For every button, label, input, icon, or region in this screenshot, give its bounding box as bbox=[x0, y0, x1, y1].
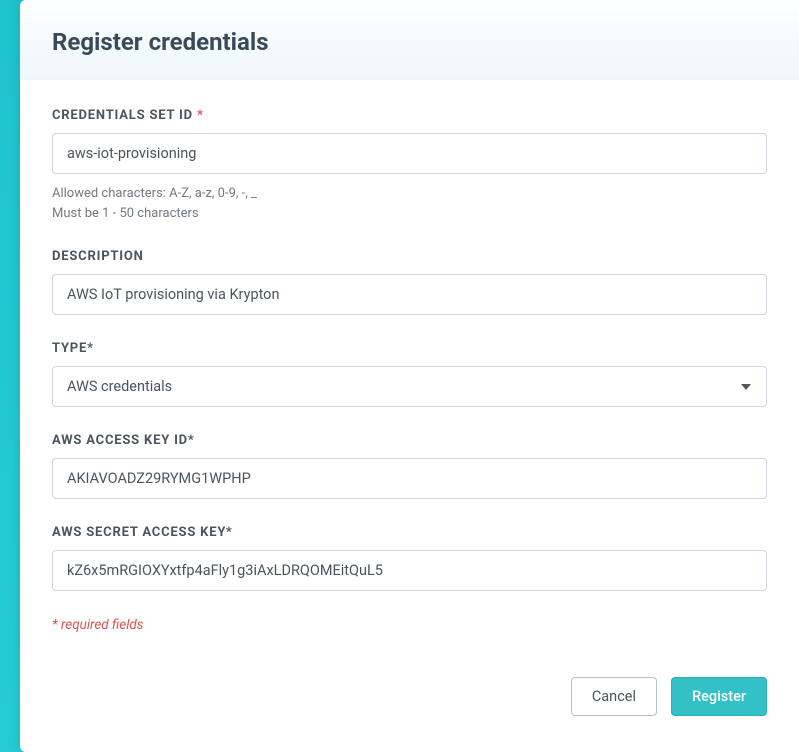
credentials-set-id-input[interactable] bbox=[52, 133, 767, 174]
type-select[interactable]: AWS credentials bbox=[52, 366, 767, 407]
type-label: TYPE* bbox=[52, 341, 767, 356]
credentials-set-id-label: CREDENTIALS SET ID * bbox=[52, 108, 767, 123]
type-select-wrapper: AWS credentials bbox=[52, 366, 767, 407]
type-group: TYPE* AWS credentials bbox=[52, 341, 767, 407]
dialog-footer: Cancel Register bbox=[20, 667, 799, 752]
required-fields-note: * required fields bbox=[52, 617, 767, 633]
cancel-button[interactable]: Cancel bbox=[571, 677, 657, 716]
aws-access-key-id-group: AWS ACCESS KEY ID* bbox=[52, 433, 767, 499]
credentials-set-id-help: Allowed characters: A-Z, a-z, 0-9, -, _ … bbox=[52, 184, 767, 223]
dialog-title: Register credentials bbox=[52, 28, 767, 56]
dialog-body: CREDENTIALS SET ID * Allowed characters:… bbox=[20, 80, 799, 667]
dialog-header: Register credentials bbox=[20, 0, 799, 80]
register-credentials-dialog: Register credentials CREDENTIALS SET ID … bbox=[20, 0, 799, 752]
aws-access-key-id-label: AWS ACCESS KEY ID* bbox=[52, 433, 767, 448]
help-line-1: Allowed characters: A-Z, a-z, 0-9, -, _ bbox=[52, 184, 767, 204]
description-group: DESCRIPTION bbox=[52, 249, 767, 315]
description-label: DESCRIPTION bbox=[52, 249, 767, 264]
aws-secret-access-key-group: AWS SECRET ACCESS KEY* bbox=[52, 525, 767, 591]
register-button[interactable]: Register bbox=[671, 677, 767, 716]
required-asterisk: * bbox=[193, 108, 204, 123]
description-input[interactable] bbox=[52, 274, 767, 315]
aws-access-key-id-input[interactable] bbox=[52, 458, 767, 499]
label-text: CREDENTIALS SET ID bbox=[52, 108, 193, 123]
credentials-set-id-group: CREDENTIALS SET ID * Allowed characters:… bbox=[52, 108, 767, 223]
help-line-2: Must be 1 - 50 characters bbox=[52, 204, 767, 224]
decorative-edge bbox=[0, 0, 20, 752]
aws-secret-access-key-label: AWS SECRET ACCESS KEY* bbox=[52, 525, 767, 540]
aws-secret-access-key-input[interactable] bbox=[52, 550, 767, 591]
